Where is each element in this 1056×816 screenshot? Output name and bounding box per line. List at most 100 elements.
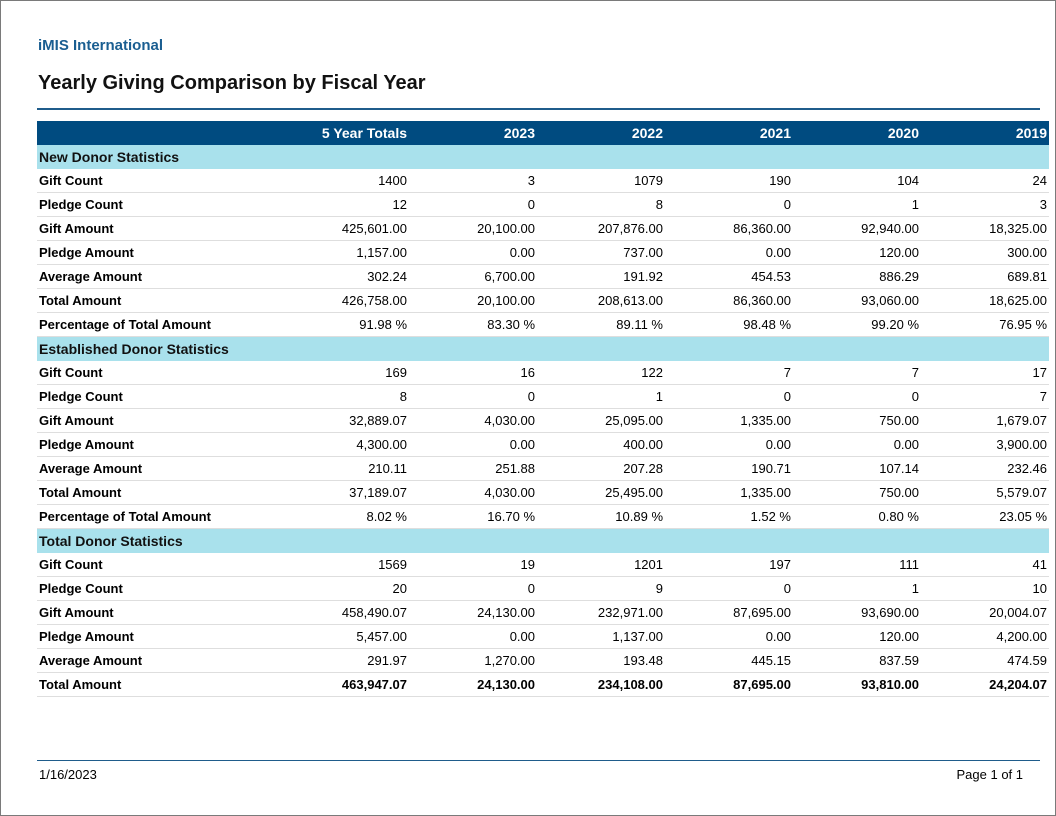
table-cell: 234,108.00 [537, 672, 665, 697]
table-cell: 4,200.00 [921, 624, 1049, 649]
table-cell: 0 [665, 192, 793, 217]
table-cell: 689.81 [921, 264, 1049, 289]
table-cell: 207,876.00 [537, 216, 665, 241]
row-label: Pledge Count [37, 384, 283, 409]
table-cell: 7 [665, 361, 793, 385]
row-label: Gift Amount [37, 600, 283, 625]
row-label: Gift Count [37, 169, 283, 193]
table-cell: 1,137.00 [537, 624, 665, 649]
table-cell: 474.59 [921, 648, 1049, 673]
table-cell: 0 [793, 384, 921, 409]
table-cell: 0.00 [409, 432, 537, 457]
column-header: 2019 [921, 121, 1049, 145]
table-row: Percentage of Total Amount 91.98 % 83.30 %… [37, 312, 1049, 337]
table-cell: 190 [665, 169, 793, 193]
table-cell: 193.48 [537, 648, 665, 673]
section-header-row: Established Donor Statistics [37, 336, 1049, 361]
table-row: Gift Amount 32,889.07 4,030.00 25,095.00 1,3… [37, 408, 1049, 433]
row-label: Total Amount [37, 480, 283, 505]
table-cell: 251.88 [409, 456, 537, 481]
table-cell: 0 [665, 384, 793, 409]
table-cell: 87,695.00 [665, 600, 793, 625]
row-label: Pledge Count [37, 192, 283, 217]
row-label: Percentage of Total Amount [37, 504, 283, 529]
table-cell: 463,947.07 [283, 672, 409, 697]
table-cell: 1 [537, 384, 665, 409]
row-label: Percentage of Total Amount [37, 312, 283, 337]
table-cell: 0.80 % [793, 504, 921, 529]
table-cell: 750.00 [793, 480, 921, 505]
table-cell: 232,971.00 [537, 600, 665, 625]
table-cell: 93,810.00 [793, 672, 921, 697]
table-cell: 1,157.00 [283, 240, 409, 265]
table-cell: 25,495.00 [537, 480, 665, 505]
table-cell: 1400 [283, 169, 409, 193]
table-cell: 3 [409, 169, 537, 193]
table-cell: 9 [537, 576, 665, 601]
table-cell: 83.30 % [409, 312, 537, 337]
table-cell: 458,490.07 [283, 600, 409, 625]
table-cell: 20,004.07 [921, 600, 1049, 625]
column-header-label [37, 121, 283, 145]
table-cell: 1,679.07 [921, 408, 1049, 433]
table-cell: 17 [921, 361, 1049, 385]
column-header: 2021 [665, 121, 793, 145]
table-cell: 1569 [283, 553, 409, 577]
table-cell: 87,695.00 [665, 672, 793, 697]
row-label: Average Amount [37, 264, 283, 289]
table-cell: 86,360.00 [665, 216, 793, 241]
table-cell: 3 [921, 192, 1049, 217]
table-cell: 24,130.00 [409, 672, 537, 697]
table-cell: 1079 [537, 169, 665, 193]
column-header: 2020 [793, 121, 921, 145]
giving-comparison-table: 5 Year Totals 2023 2022 2021 2020 2019 New Do… [37, 121, 1049, 697]
table-cell: 25,095.00 [537, 408, 665, 433]
table-cell: 1,335.00 [665, 480, 793, 505]
table-cell: 445.15 [665, 648, 793, 673]
header-row: 5 Year Totals 2023 2022 2021 2020 2019 [37, 121, 1049, 145]
row-label: Pledge Count [37, 576, 283, 601]
section-title: Established Donor Statistics [37, 336, 1049, 361]
table-header: 5 Year Totals 2023 2022 2021 2020 2019 [37, 121, 1049, 145]
table-cell: 23.05 % [921, 504, 1049, 529]
table-cell: 24,204.07 [921, 672, 1049, 697]
table-cell: 0.00 [665, 624, 793, 649]
table-cell: 207.28 [537, 456, 665, 481]
table-row: Pledge Count 20 0 9 0 1 10 [37, 576, 1049, 601]
table-cell: 0.00 [665, 240, 793, 265]
table-cell: 208,613.00 [537, 288, 665, 313]
table-cell: 98.48 % [665, 312, 793, 337]
table-cell: 300.00 [921, 240, 1049, 265]
table-cell: 6,700.00 [409, 264, 537, 289]
table-row: Average Amount 291.97 1,270.00 193.48 445.15… [37, 648, 1049, 673]
table-cell: 8.02 % [283, 504, 409, 529]
table-cell: 302.24 [283, 264, 409, 289]
table-cell: 7 [921, 384, 1049, 409]
table-cell: 32,889.07 [283, 408, 409, 433]
row-label: Average Amount [37, 648, 283, 673]
table-cell: 0 [409, 384, 537, 409]
table-cell: 16.70 % [409, 504, 537, 529]
table-cell: 737.00 [537, 240, 665, 265]
table-cell: 4,300.00 [283, 432, 409, 457]
table-cell: 20 [283, 576, 409, 601]
table-row: Average Amount 302.24 6,700.00 191.92 454.53… [37, 264, 1049, 289]
table-cell: 291.97 [283, 648, 409, 673]
table-cell: 1.52 % [665, 504, 793, 529]
table-row: Pledge Amount 4,300.00 0.00 400.00 0.00 0.00 3… [37, 432, 1049, 457]
row-label: Gift Amount [37, 408, 283, 433]
table-row: Pledge Amount 1,157.00 0.00 737.00 0.00 120.0… [37, 240, 1049, 265]
table-cell: 93,690.00 [793, 600, 921, 625]
table-cell: 4,030.00 [409, 408, 537, 433]
table-cell: 5,579.07 [921, 480, 1049, 505]
table-cell: 1 [793, 192, 921, 217]
section-title: Total Donor Statistics [37, 528, 1049, 553]
table-cell: 210.11 [283, 456, 409, 481]
table-cell: 18,325.00 [921, 216, 1049, 241]
table-cell: 4,030.00 [409, 480, 537, 505]
table-cell: 0.00 [409, 240, 537, 265]
table-row: Gift Count 1400 3 1079 190 104 24 [37, 169, 1049, 193]
table-cell: 5,457.00 [283, 624, 409, 649]
table-cell: 232.46 [921, 456, 1049, 481]
table-cell: 837.59 [793, 648, 921, 673]
